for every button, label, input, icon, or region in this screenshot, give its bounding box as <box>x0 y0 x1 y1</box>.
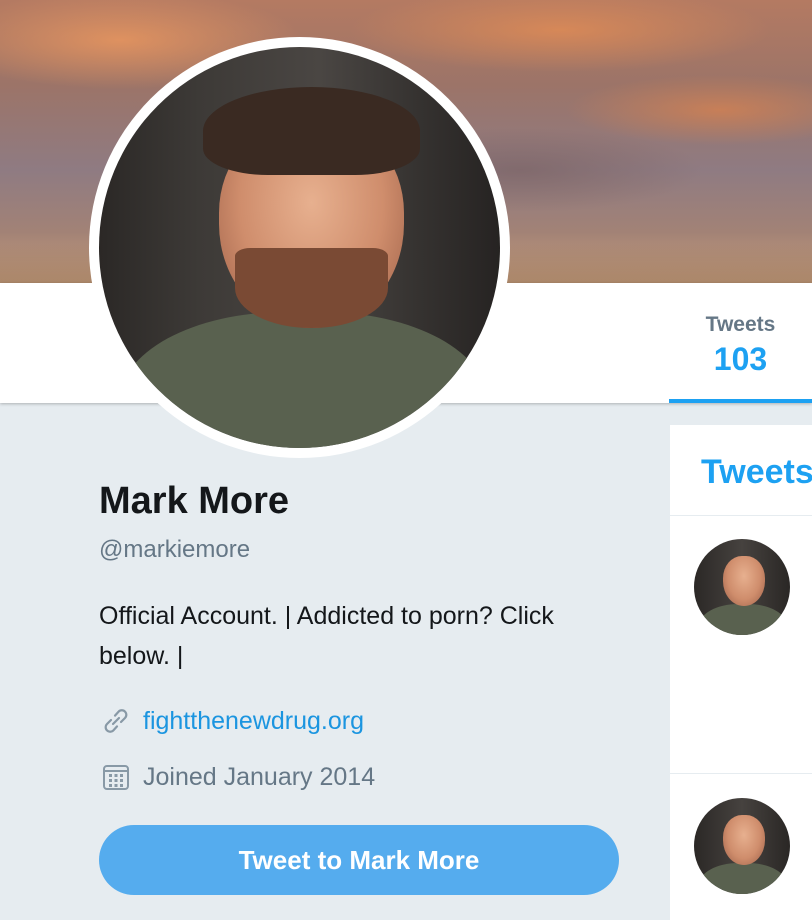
timeline: Tweets <box>670 425 812 920</box>
tab-tweets-label: Tweets <box>705 313 776 336</box>
tweet-avatar[interactable] <box>694 539 790 635</box>
profile-website-link[interactable]: fightthenewdrug.org <box>143 707 364 736</box>
profile-bio: Official Account. | Addicted to porn? Cl… <box>99 602 554 670</box>
avatar-photo <box>99 47 500 448</box>
tab-tweets[interactable]: Tweets 103 <box>669 283 812 403</box>
tab-tweets-count: 103 <box>713 341 768 377</box>
timeline-header-label[interactable]: Tweets <box>701 453 812 492</box>
joined-date-text: Joined January 2014 <box>143 762 376 791</box>
profile-avatar[interactable] <box>89 37 510 458</box>
tweet-item[interactable] <box>670 516 812 774</box>
timeline-header: Tweets <box>670 425 812 516</box>
calendar-icon <box>99 760 133 794</box>
active-tab-indicator <box>669 399 812 403</box>
profile-name[interactable]: Mark More <box>99 480 289 523</box>
tweet-item[interactable] <box>670 774 812 920</box>
link-icon <box>99 704 133 738</box>
profile-join-date: Joined January 2014 <box>99 760 375 794</box>
tweet-avatar[interactable] <box>694 798 790 894</box>
profile-handle[interactable]: @markiemore <box>99 536 250 564</box>
profile-website: fightthenewdrug.org <box>99 704 364 738</box>
tweet-to-button[interactable]: Tweet to Mark More <box>99 825 619 895</box>
